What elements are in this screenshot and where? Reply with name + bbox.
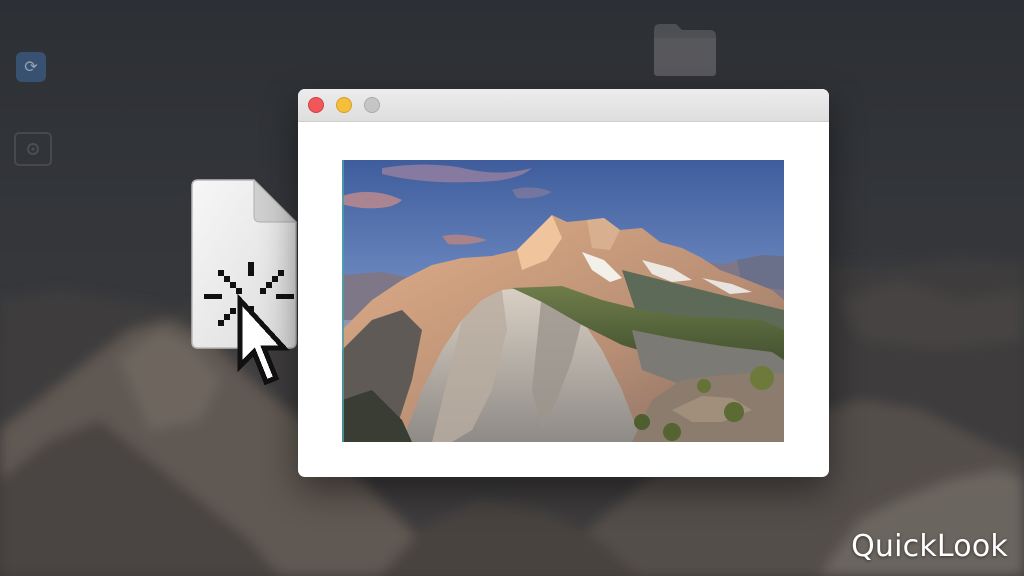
desktop-screen: ⟳ QuickLook	[0, 0, 1024, 576]
app-icon[interactable]: ⟳	[16, 52, 46, 82]
window-titlebar[interactable]	[298, 89, 829, 122]
refresh-glyph-icon: ⟳	[24, 59, 38, 76]
settings-icon[interactable]	[14, 132, 52, 166]
quicklook-window[interactable]	[298, 89, 829, 477]
minimize-button[interactable]	[336, 97, 352, 113]
zoom-button[interactable]	[364, 97, 380, 113]
quicklook-caption: QuickLook	[851, 529, 1008, 564]
mountain-sunset-photo	[342, 160, 784, 442]
folder-icon[interactable]	[652, 20, 718, 78]
close-button[interactable]	[308, 97, 324, 113]
gear-icon	[27, 143, 39, 155]
click-pointer-cursor	[204, 262, 294, 386]
